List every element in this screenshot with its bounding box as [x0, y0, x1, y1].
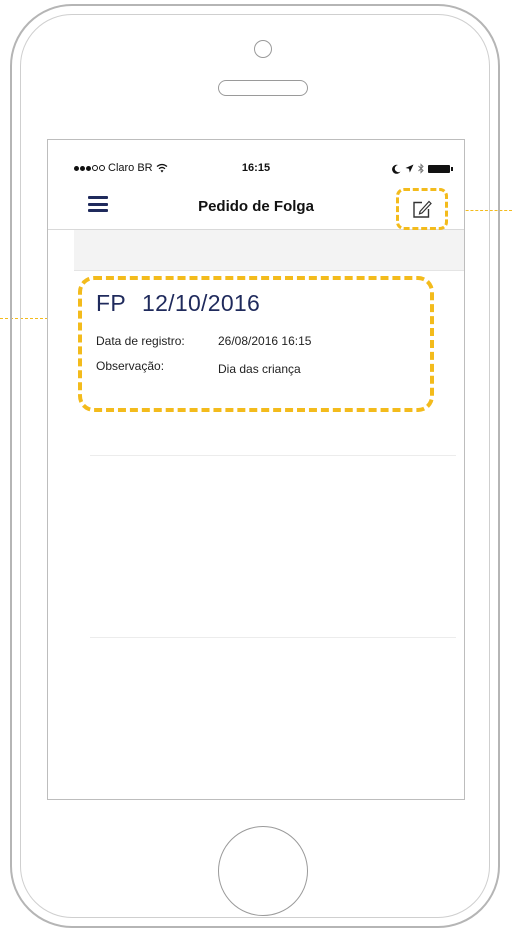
speaker-grille [218, 80, 308, 96]
screen: Claro BR 16:15 Pedido de Folga FP 12/10/… [47, 139, 465, 800]
camera-icon [254, 40, 272, 58]
location-arrow-icon [405, 164, 414, 173]
battery-icon [428, 164, 453, 173]
navigation-bar: Pedido de Folga [48, 184, 464, 230]
list-item-folga[interactable]: FP 12/10/2016 Data de registro: 26/08/201… [78, 276, 434, 412]
status-bar: Claro BR 16:15 [48, 162, 464, 176]
compose-icon [413, 200, 432, 218]
moon-icon [392, 164, 401, 174]
list-header-band [74, 230, 464, 271]
bluetooth-icon [418, 163, 424, 174]
field-observacao: Observação: Dia das criança [96, 359, 301, 376]
field-label: Data de registro: [96, 334, 185, 348]
field-value: Dia das criança [218, 362, 301, 376]
field-value: 26/08/2016 16:15 [218, 334, 312, 348]
field-label: Observação: [96, 359, 165, 373]
list-separator [90, 637, 456, 638]
home-button[interactable] [218, 826, 308, 916]
record-title: FP 12/10/2016 [96, 290, 260, 317]
stage: Claro BR 16:15 Pedido de Folga FP 12/10/… [0, 0, 512, 933]
record-date: 12/10/2016 [142, 290, 261, 316]
list-separator [90, 455, 456, 456]
status-icons [392, 163, 453, 174]
field-data-registro: Data de registro: 26/08/2016 16:15 [96, 334, 311, 348]
record-code: FP [96, 290, 126, 316]
edit-button[interactable] [396, 188, 448, 230]
